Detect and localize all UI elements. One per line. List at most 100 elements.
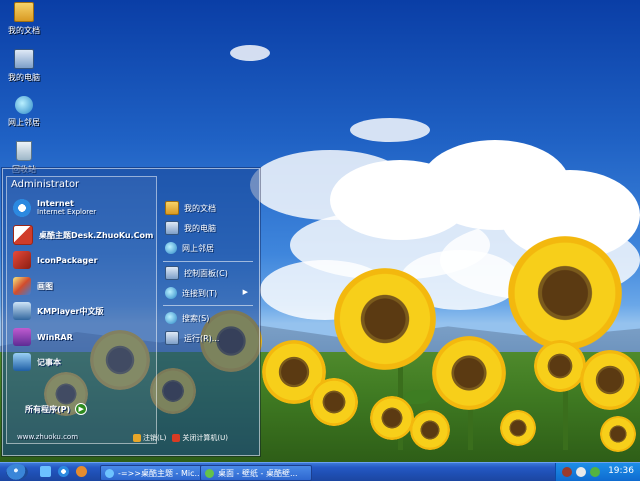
program-notepad[interactable]: 记事本	[13, 351, 61, 373]
cloud	[230, 45, 270, 61]
start-menu-username: Administrator	[11, 179, 80, 190]
winrar-icon	[13, 328, 31, 346]
network-icon	[165, 242, 177, 254]
task-label: 桌面 - 壁纸 - 桌酷壁...	[218, 468, 298, 478]
logoff-button[interactable]: 注销(L)	[133, 433, 166, 443]
notepad-icon	[13, 353, 31, 371]
sunflower	[600, 416, 636, 452]
program-internet-explorer[interactable]: Internet Internet Explorer	[13, 197, 96, 219]
program-label: Internet Internet Explorer	[37, 199, 96, 217]
paint-icon	[13, 277, 31, 295]
program-label: 画图	[37, 281, 53, 291]
network-icon	[15, 96, 33, 114]
program-paint[interactable]: 画图	[13, 275, 53, 297]
shutdown-label: 关闭计算机(U)	[182, 434, 228, 442]
my-documents-icon	[14, 2, 34, 22]
quicklaunch-show-desktop-icon[interactable]	[40, 466, 51, 477]
place-label: 连接到(T)	[182, 288, 218, 298]
sunflower	[432, 336, 506, 410]
start-button[interactable]	[6, 464, 28, 480]
program-zhuoku-theme[interactable]: 桌酷主题Desk.ZhuoKu.Com	[13, 224, 153, 246]
place-label: 控制面板(C)	[184, 268, 228, 278]
sunflower	[410, 410, 450, 450]
desktop-icon-network[interactable]: 网上邻居	[2, 96, 46, 128]
place-connect-to[interactable]: 连接到(T)	[165, 284, 217, 302]
desktop-icon-my-computer[interactable]: 我的电脑	[2, 49, 46, 83]
program-subtitle: Internet Explorer	[37, 208, 97, 216]
website-text: www.zhuoku.com	[17, 433, 79, 441]
my-documents-icon	[165, 201, 179, 215]
run-icon	[165, 331, 179, 345]
all-programs-button[interactable]: 所有程序(P) ▶	[25, 403, 88, 415]
logoff-label: 注销(L)	[143, 434, 167, 442]
clock[interactable]: 19:36	[608, 466, 634, 476]
all-programs-label: 所有程序(P)	[25, 404, 71, 414]
my-computer-icon	[14, 49, 34, 69]
taskbar-task-2[interactable]: 桌面 - 壁纸 - 桌酷壁...	[200, 465, 312, 481]
kmplayer-icon	[13, 302, 31, 320]
browser-icon	[205, 468, 214, 478]
task-label: -=>>桌酷主题 - Mic...	[118, 468, 203, 478]
submenu-arrow-icon: ▶	[242, 288, 248, 296]
place-run[interactable]: 运行(R)...	[165, 329, 219, 347]
place-label: 搜索(S)	[182, 313, 210, 323]
program-label: WinRAR	[37, 332, 73, 342]
sunflower	[534, 340, 586, 392]
start-menu-bottom-bar: 注销(L) 关闭计算机(U)	[133, 433, 228, 443]
logoff-icon	[133, 434, 141, 442]
power-icon	[172, 434, 181, 442]
quicklaunch-media-icon[interactable]	[76, 466, 87, 477]
desktop-icon-label: 我的电脑	[8, 73, 40, 82]
control-panel-icon	[165, 266, 179, 280]
place-my-computer[interactable]: 我的电脑	[165, 219, 216, 237]
tray-app-icon[interactable]	[562, 467, 572, 477]
leaf	[405, 390, 431, 404]
search-icon	[165, 312, 177, 324]
internet-explorer-icon	[13, 199, 31, 217]
menu-separator	[163, 261, 253, 262]
program-title: Internet	[37, 199, 74, 208]
place-label: 运行(R)...	[184, 333, 220, 343]
sunflower	[500, 410, 536, 446]
program-label: KMPlayer中文版	[37, 306, 104, 316]
sunflower	[334, 268, 436, 370]
tray-network-icon[interactable]	[590, 467, 600, 477]
taskbar-task-1[interactable]: -=>>桌酷主题 - Mic...	[100, 465, 206, 481]
taskbar: -=>>桌酷主题 - Mic... 桌面 - 壁纸 - 桌酷壁... 19:36	[0, 462, 640, 481]
desktop-icon-my-documents[interactable]: 我的文档	[2, 2, 46, 36]
program-label: 桌酷主题Desk.ZhuoKu.Com	[39, 230, 154, 240]
tray-volume-icon[interactable]	[576, 467, 586, 477]
program-label: 记事本	[37, 357, 61, 367]
place-label: 我的文档	[184, 203, 216, 213]
zhuoku-theme-icon	[13, 225, 33, 245]
shutdown-button[interactable]: 关闭计算机(U)	[172, 433, 228, 443]
recycle-bin-icon	[16, 141, 32, 161]
program-label: IconPackager	[37, 255, 98, 265]
arrow-right-icon: ▶	[75, 403, 88, 415]
sunflower	[370, 396, 414, 440]
quicklaunch-ie-icon[interactable]	[58, 466, 69, 477]
program-winrar[interactable]: WinRAR	[13, 326, 73, 348]
start-menu-places-pane: 我的文档 我的电脑 网上邻居 控制面板(C) 连接到(T) ▶ 搜索(S) 运行…	[157, 193, 256, 413]
place-search[interactable]: 搜索(S)	[165, 309, 209, 327]
my-computer-icon	[165, 221, 179, 235]
desktop-icon-label: 我的文档	[8, 26, 40, 35]
iconpackager-icon	[13, 251, 31, 269]
sunflower	[508, 236, 622, 350]
start-menu: Administrator Internet Internet Explorer…	[2, 168, 260, 456]
place-control-panel[interactable]: 控制面板(C)	[165, 264, 228, 282]
place-my-documents[interactable]: 我的文档	[165, 199, 216, 217]
cloud	[350, 118, 430, 142]
connect-to-icon	[165, 287, 177, 299]
program-iconpackager[interactable]: IconPackager	[13, 249, 98, 271]
menu-separator	[163, 305, 253, 306]
browser-icon	[105, 468, 114, 478]
desktop-icon-label: 网上邻居	[8, 118, 40, 127]
place-label: 网上邻居	[182, 243, 214, 253]
sunflower	[310, 378, 358, 426]
sunflower	[580, 350, 640, 410]
system-tray: 19:36	[555, 463, 640, 481]
place-label: 我的电脑	[184, 223, 216, 233]
program-kmplayer[interactable]: KMPlayer中文版	[13, 300, 104, 322]
place-network[interactable]: 网上邻居	[165, 239, 214, 257]
